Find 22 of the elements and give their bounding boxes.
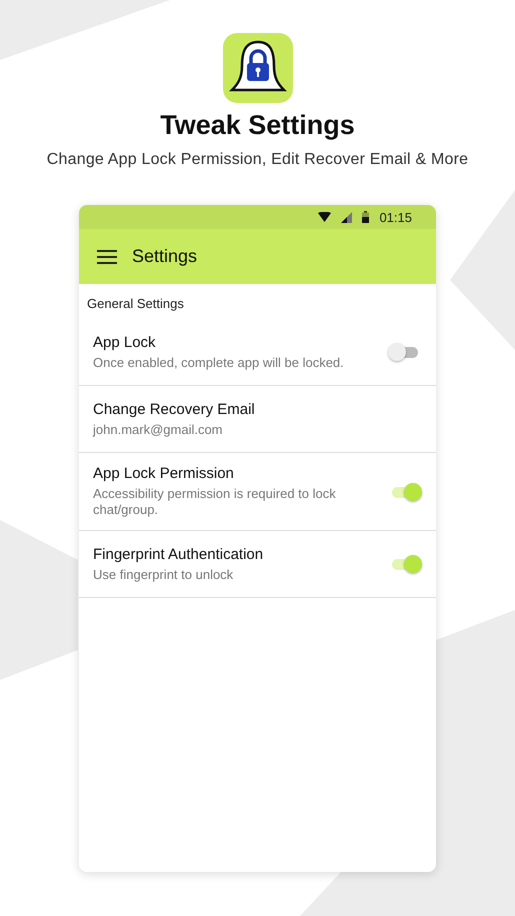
menu-icon <box>97 248 117 264</box>
section-header: General Settings <box>86 295 185 313</box>
setting-description: Accessibility permission is required to lock chat/group. <box>93 486 337 518</box>
settings-row[interactable]: App Lock Permission Accessibility permission is required to lock chat/group. <box>79 453 436 531</box>
setting-title: App Lock Permission <box>93 465 235 482</box>
wifi-icon <box>318 212 332 222</box>
setting-description: Use fingerprint to unlock <box>93 566 234 582</box>
bell-lock-icon <box>222 32 294 104</box>
screen-subtitle: Change App Lock Permission, Edit Recover Email & More <box>46 151 468 169</box>
clock-time: 01:15 <box>379 210 412 224</box>
setting-description: john.mark@gmail.com <box>93 422 224 438</box>
screen-title: Tweak Settings <box>160 110 355 141</box>
setting-title: Fingerprint Authentication <box>93 546 264 562</box>
toolbar-title: Settings <box>132 246 198 267</box>
battery-icon <box>362 211 370 223</box>
setting-title: App Lock <box>93 334 157 350</box>
signal-icon <box>341 212 352 222</box>
settings-row[interactable]: App Lock Once enabled, complete app will be locked. <box>79 319 436 386</box>
settings-row[interactable]: Change Recovery Email john.mark@gmail.com <box>79 386 436 453</box>
setting-title: Change Recovery Email <box>93 400 256 418</box>
setting-description: Once enabled, complete app will be locked. <box>93 354 345 370</box>
settings-row[interactable]: Fingerprint Authentication Use fingerprint to unlock <box>79 531 436 598</box>
